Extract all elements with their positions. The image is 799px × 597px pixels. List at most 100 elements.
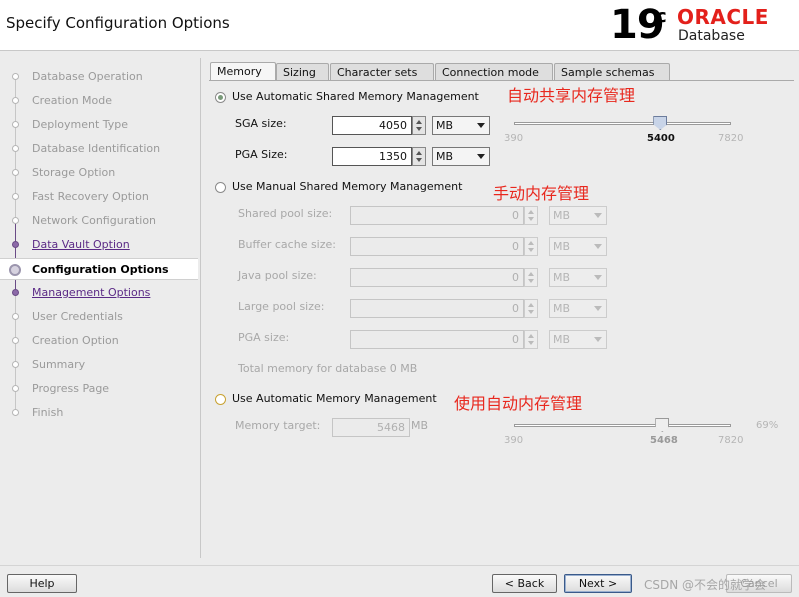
manual-unit-value: MB: [553, 302, 571, 315]
nav-step-7[interactable]: Data Vault Option: [0, 234, 198, 256]
oracle-logo: ORACLE: [677, 5, 769, 29]
pga-size-stepper[interactable]: [412, 147, 426, 166]
sga-unit-value: MB: [436, 119, 454, 132]
amm-slider-thumb[interactable]: [655, 418, 670, 432]
memory-target-input[interactable]: 5468: [332, 418, 410, 437]
step-dot-icon: [12, 73, 19, 80]
step-dot-icon: [12, 121, 19, 128]
pga-unit-value: MB: [436, 150, 454, 163]
manual-unit-select[interactable]: MB: [549, 268, 607, 287]
manual-field-stepper[interactable]: [524, 330, 538, 349]
header-bar: Specify Configuration Options 19 c ORACL…: [0, 0, 799, 51]
amm-radio[interactable]: [215, 394, 226, 405]
sga-size-label: SGA size:: [235, 117, 287, 130]
nav-step-14: Finish: [0, 402, 198, 424]
pga-size-input[interactable]: 1350: [332, 147, 412, 166]
amm-label[interactable]: Use Automatic Memory Management: [232, 392, 437, 405]
manual-field-label: Shared pool size:: [238, 207, 333, 220]
chevron-down-icon: [594, 337, 602, 342]
step-dot-icon: [12, 385, 19, 392]
manual-field-input[interactable]: 0: [350, 299, 524, 318]
sga-slider-thumb[interactable]: [653, 116, 668, 130]
memory-target-unit: MB: [411, 419, 429, 432]
nav-step-label: Database Identification: [32, 142, 161, 155]
manual-field-label: PGA size:: [238, 331, 290, 344]
nav-divider: [200, 58, 201, 558]
slider-min-label: 390: [504, 133, 524, 144]
help-button[interactable]: Help: [7, 574, 77, 593]
step-dot-icon: [12, 361, 19, 368]
manual-annotation: 手动内存管理: [493, 184, 590, 203]
asmm-radio[interactable]: [215, 92, 226, 103]
amm-slider-value-label: 5468: [650, 435, 678, 446]
manual-field-input[interactable]: 0: [350, 330, 524, 349]
nav-step-label: Creation Mode: [32, 94, 113, 107]
step-dot-icon: [12, 169, 19, 176]
sga-slider-track[interactable]: [514, 122, 731, 125]
tab-0[interactable]: Memory: [210, 62, 276, 81]
wizard-steps-nav: Database Operation Creation Mode Deploymen…: [0, 60, 198, 430]
step-dot-icon: [12, 97, 19, 104]
manual-unit-value: MB: [553, 333, 571, 346]
amm-slider-track[interactable]: [514, 424, 731, 427]
nav-step-label: Summary: [32, 358, 86, 371]
manual-label[interactable]: Use Manual Shared Memory Management: [232, 180, 462, 193]
step-dot-icon: [12, 289, 19, 296]
tab-1[interactable]: Sizing: [276, 63, 329, 80]
manual-unit-value: MB: [553, 240, 571, 253]
nav-step-6: Network Configuration: [0, 210, 198, 232]
manual-field-stepper[interactable]: [524, 237, 538, 256]
manual-field-stepper[interactable]: [524, 268, 538, 287]
manual-field-stepper[interactable]: [524, 206, 538, 225]
nav-step-label: Database Operation: [32, 70, 143, 83]
manual-unit-select[interactable]: MB: [549, 206, 607, 225]
nav-step-label: Deployment Type: [32, 118, 129, 131]
manual-unit-select[interactable]: MB: [549, 330, 607, 349]
manual-field-label: Java pool size:: [238, 269, 317, 282]
manual-field-input[interactable]: 0: [350, 268, 524, 287]
tab-4[interactable]: Sample schemas: [554, 63, 670, 80]
asmm-label[interactable]: Use Automatic Shared Memory Management: [232, 90, 479, 103]
amm-slider-min-label: 390: [504, 435, 524, 446]
nav-step-13: Progress Page: [0, 378, 198, 400]
step-dot-icon: [12, 145, 19, 152]
nav-step-1: Creation Mode: [0, 90, 198, 112]
step-dot-icon: [12, 193, 19, 200]
nav-step-9[interactable]: Management Options: [0, 282, 198, 304]
nav-step-label: Creation Option: [32, 334, 119, 347]
manual-field-label: Large pool size:: [238, 300, 325, 313]
step-dot-icon: [12, 337, 19, 344]
sga-size-stepper[interactable]: [412, 116, 426, 135]
manual-unit-select[interactable]: MB: [549, 237, 607, 256]
nav-step-11: Creation Option: [0, 330, 198, 352]
tab-2[interactable]: Character sets: [330, 63, 434, 80]
nav-step-label: Storage Option: [32, 166, 116, 179]
manual-field-input[interactable]: 0: [350, 237, 524, 256]
sga-size-input[interactable]: 4050: [332, 116, 412, 135]
chevron-down-icon: [477, 123, 485, 128]
manual-unit-value: MB: [553, 209, 571, 222]
sga-unit-select[interactable]: MB: [432, 116, 490, 135]
nav-step-label: User Credentials: [32, 310, 123, 323]
back-button[interactable]: < Back: [492, 574, 557, 593]
step-dot-icon: [12, 313, 19, 320]
manual-field-input[interactable]: 0: [350, 206, 524, 225]
memory-target-label: Memory target:: [235, 419, 321, 432]
manual-unit-select[interactable]: MB: [549, 299, 607, 318]
manual-field-stepper[interactable]: [524, 299, 538, 318]
amm-percent-label: 69%: [756, 420, 779, 431]
tab-3[interactable]: Connection mode: [435, 63, 553, 80]
pga-size-label: PGA Size:: [235, 148, 288, 161]
nav-step-label: Fast Recovery Option: [32, 190, 149, 203]
step-dot-icon: [12, 241, 19, 248]
manual-radio[interactable]: [215, 182, 226, 193]
chevron-down-icon: [594, 244, 602, 249]
next-button[interactable]: Next >: [564, 574, 632, 593]
manual-field-label: Buffer cache size:: [238, 238, 336, 251]
pga-unit-select[interactable]: MB: [432, 147, 490, 166]
nav-step-label: Configuration Options: [32, 263, 169, 276]
footer-divider: [0, 565, 799, 566]
manual-unit-value: MB: [553, 271, 571, 284]
nav-step-label: Network Configuration: [32, 214, 157, 227]
product-name: Database: [678, 28, 745, 44]
